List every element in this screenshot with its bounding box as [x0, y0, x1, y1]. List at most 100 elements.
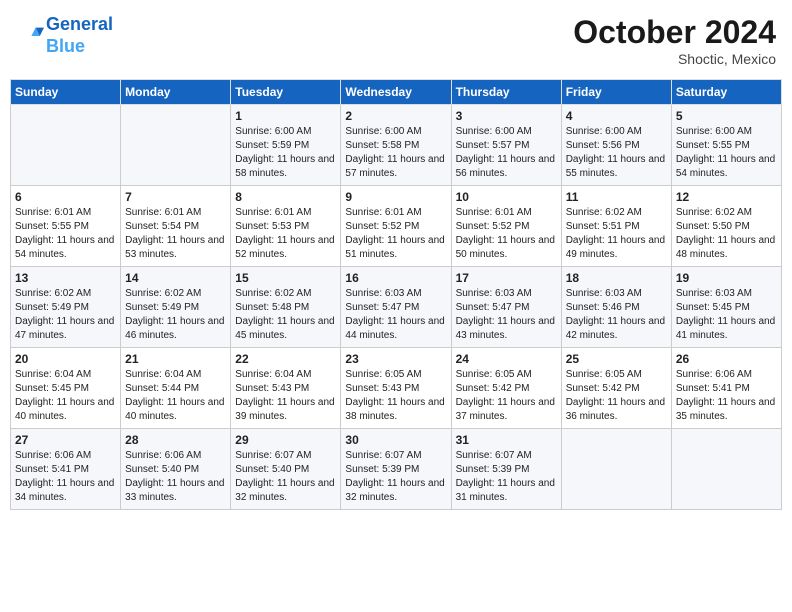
day-number: 3 [456, 109, 557, 123]
day-number: 25 [566, 352, 667, 366]
calendar-cell: 6 Sunrise: 6:01 AM Sunset: 5:55 PM Daylig… [11, 186, 121, 267]
header-cell-tuesday: Tuesday [231, 80, 341, 105]
calendar-week-row: 1 Sunrise: 6:00 AM Sunset: 5:59 PM Daylig… [11, 105, 782, 186]
calendar-cell: 15 Sunrise: 6:02 AM Sunset: 5:48 PM Dayli… [231, 267, 341, 348]
day-number: 14 [125, 271, 226, 285]
logo: General Blue [16, 14, 113, 57]
day-info: Sunrise: 6:04 AM Sunset: 5:44 PM Dayligh… [125, 368, 226, 424]
day-number: 21 [125, 352, 226, 366]
day-info: Sunrise: 6:02 AM Sunset: 5:49 PM Dayligh… [15, 287, 116, 343]
month-title: October 2024 [573, 14, 776, 51]
calendar-cell: 2 Sunrise: 6:00 AM Sunset: 5:58 PM Daylig… [341, 105, 451, 186]
logo-icon [16, 22, 44, 50]
calendar-cell: 25 Sunrise: 6:05 AM Sunset: 5:42 PM Dayli… [561, 348, 671, 429]
header-cell-wednesday: Wednesday [341, 80, 451, 105]
day-info: Sunrise: 6:07 AM Sunset: 5:39 PM Dayligh… [456, 449, 557, 505]
calendar-week-row: 27 Sunrise: 6:06 AM Sunset: 5:41 PM Dayli… [11, 429, 782, 510]
day-info: Sunrise: 6:03 AM Sunset: 5:47 PM Dayligh… [456, 287, 557, 343]
day-info: Sunrise: 6:04 AM Sunset: 5:43 PM Dayligh… [235, 368, 336, 424]
calendar-cell: 28 Sunrise: 6:06 AM Sunset: 5:40 PM Dayli… [121, 429, 231, 510]
day-number: 7 [125, 190, 226, 204]
calendar-cell: 10 Sunrise: 6:01 AM Sunset: 5:52 PM Dayli… [451, 186, 561, 267]
calendar-cell: 21 Sunrise: 6:04 AM Sunset: 5:44 PM Dayli… [121, 348, 231, 429]
day-number: 15 [235, 271, 336, 285]
day-number: 9 [345, 190, 446, 204]
calendar-cell: 11Sunrise: 6:02 AM Sunset: 5:51 PM Dayli… [561, 186, 671, 267]
calendar-cell: 31 Sunrise: 6:07 AM Sunset: 5:39 PM Dayli… [451, 429, 561, 510]
calendar-cell: 8Sunrise: 6:01 AM Sunset: 5:53 PM Daylig… [231, 186, 341, 267]
day-number: 24 [456, 352, 557, 366]
day-info: Sunrise: 6:03 AM Sunset: 5:46 PM Dayligh… [566, 287, 667, 343]
calendar-cell: 5Sunrise: 6:00 AM Sunset: 5:55 PM Daylig… [671, 105, 781, 186]
calendar-cell: 22Sunrise: 6:04 AM Sunset: 5:43 PM Dayli… [231, 348, 341, 429]
day-info: Sunrise: 6:00 AM Sunset: 5:57 PM Dayligh… [456, 125, 557, 181]
day-info: Sunrise: 6:02 AM Sunset: 5:48 PM Dayligh… [235, 287, 336, 343]
day-number: 10 [456, 190, 557, 204]
day-number: 6 [15, 190, 116, 204]
calendar-cell [11, 105, 121, 186]
day-info: Sunrise: 6:02 AM Sunset: 5:51 PM Dayligh… [566, 206, 667, 262]
day-number: 23 [345, 352, 446, 366]
calendar-cell: 18Sunrise: 6:03 AM Sunset: 5:46 PM Dayli… [561, 267, 671, 348]
day-info: Sunrise: 6:03 AM Sunset: 5:45 PM Dayligh… [676, 287, 777, 343]
calendar-body: 1 Sunrise: 6:00 AM Sunset: 5:59 PM Daylig… [11, 105, 782, 510]
calendar-cell: 9 Sunrise: 6:01 AM Sunset: 5:52 PM Daylig… [341, 186, 451, 267]
day-number: 20 [15, 352, 116, 366]
day-info: Sunrise: 6:07 AM Sunset: 5:39 PM Dayligh… [345, 449, 446, 505]
day-info: Sunrise: 6:02 AM Sunset: 5:50 PM Dayligh… [676, 206, 777, 262]
calendar-cell: 17 Sunrise: 6:03 AM Sunset: 5:47 PM Dayli… [451, 267, 561, 348]
logo-text: General Blue [46, 14, 113, 57]
location: Shoctic, Mexico [573, 51, 776, 67]
calendar-cell: 20 Sunrise: 6:04 AM Sunset: 5:45 PM Dayli… [11, 348, 121, 429]
calendar-cell: 30 Sunrise: 6:07 AM Sunset: 5:39 PM Dayli… [341, 429, 451, 510]
day-info: Sunrise: 6:00 AM Sunset: 5:59 PM Dayligh… [235, 125, 336, 181]
calendar-cell: 19Sunrise: 6:03 AM Sunset: 5:45 PM Dayli… [671, 267, 781, 348]
day-number: 12 [676, 190, 777, 204]
calendar-cell: 3 Sunrise: 6:00 AM Sunset: 5:57 PM Daylig… [451, 105, 561, 186]
calendar-cell: 16 Sunrise: 6:03 AM Sunset: 5:47 PM Dayli… [341, 267, 451, 348]
header-cell-sunday: Sunday [11, 80, 121, 105]
day-number: 28 [125, 433, 226, 447]
header-cell-saturday: Saturday [671, 80, 781, 105]
day-info: Sunrise: 6:06 AM Sunset: 5:41 PM Dayligh… [15, 449, 116, 505]
day-info: Sunrise: 6:03 AM Sunset: 5:47 PM Dayligh… [345, 287, 446, 343]
day-number: 17 [456, 271, 557, 285]
calendar-week-row: 6 Sunrise: 6:01 AM Sunset: 5:55 PM Daylig… [11, 186, 782, 267]
day-info: Sunrise: 6:06 AM Sunset: 5:40 PM Dayligh… [125, 449, 226, 505]
day-number: 1 [235, 109, 336, 123]
day-info: Sunrise: 6:01 AM Sunset: 5:52 PM Dayligh… [456, 206, 557, 262]
calendar-header-row: SundayMondayTuesdayWednesdayThursdayFrid… [11, 80, 782, 105]
calendar-cell: 7 Sunrise: 6:01 AM Sunset: 5:54 PM Daylig… [121, 186, 231, 267]
day-info: Sunrise: 6:05 AM Sunset: 5:42 PM Dayligh… [456, 368, 557, 424]
page-header: General Blue October 2024 Shoctic, Mexic… [10, 10, 782, 71]
day-info: Sunrise: 6:00 AM Sunset: 5:56 PM Dayligh… [566, 125, 667, 181]
day-info: Sunrise: 6:05 AM Sunset: 5:43 PM Dayligh… [345, 368, 446, 424]
day-info: Sunrise: 6:01 AM Sunset: 5:54 PM Dayligh… [125, 206, 226, 262]
day-number: 29 [235, 433, 336, 447]
header-cell-monday: Monday [121, 80, 231, 105]
day-info: Sunrise: 6:00 AM Sunset: 5:58 PM Dayligh… [345, 125, 446, 181]
day-number: 30 [345, 433, 446, 447]
day-info: Sunrise: 6:05 AM Sunset: 5:42 PM Dayligh… [566, 368, 667, 424]
calendar-week-row: 20 Sunrise: 6:04 AM Sunset: 5:45 PM Dayli… [11, 348, 782, 429]
calendar-cell: 12 Sunrise: 6:02 AM Sunset: 5:50 PM Dayli… [671, 186, 781, 267]
calendar-cell [561, 429, 671, 510]
calendar-week-row: 13Sunrise: 6:02 AM Sunset: 5:49 PM Dayli… [11, 267, 782, 348]
calendar-cell: 29 Sunrise: 6:07 AM Sunset: 5:40 PM Dayli… [231, 429, 341, 510]
day-info: Sunrise: 6:06 AM Sunset: 5:41 PM Dayligh… [676, 368, 777, 424]
day-number: 27 [15, 433, 116, 447]
day-info: Sunrise: 6:01 AM Sunset: 5:52 PM Dayligh… [345, 206, 446, 262]
day-number: 2 [345, 109, 446, 123]
day-info: Sunrise: 6:07 AM Sunset: 5:40 PM Dayligh… [235, 449, 336, 505]
day-number: 5 [676, 109, 777, 123]
day-number: 31 [456, 433, 557, 447]
day-info: Sunrise: 6:01 AM Sunset: 5:55 PM Dayligh… [15, 206, 116, 262]
calendar-table: SundayMondayTuesdayWednesdayThursdayFrid… [10, 79, 782, 510]
day-info: Sunrise: 6:01 AM Sunset: 5:53 PM Dayligh… [235, 206, 336, 262]
calendar-cell: 23 Sunrise: 6:05 AM Sunset: 5:43 PM Dayli… [341, 348, 451, 429]
day-info: Sunrise: 6:04 AM Sunset: 5:45 PM Dayligh… [15, 368, 116, 424]
calendar-cell: 13Sunrise: 6:02 AM Sunset: 5:49 PM Dayli… [11, 267, 121, 348]
header-cell-friday: Friday [561, 80, 671, 105]
calendar-cell: 4Sunrise: 6:00 AM Sunset: 5:56 PM Daylig… [561, 105, 671, 186]
day-number: 16 [345, 271, 446, 285]
